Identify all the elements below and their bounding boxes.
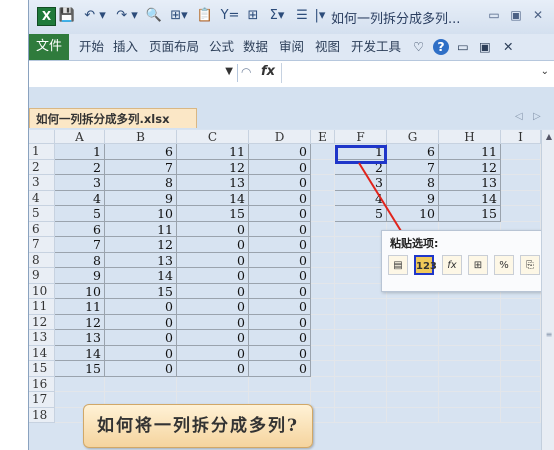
red-arrow (358, 162, 413, 252)
paste-icon[interactable]: ▤ (388, 255, 408, 275)
caption-banner: 如何将一列拆分成多列? (83, 404, 313, 448)
scroll-thumb-grip[interactable]: ≡ (543, 330, 554, 339)
paste-percent-icon[interactable]: % (494, 255, 514, 275)
paste-options-title: 粘贴选项: (390, 237, 439, 250)
paste-formulas-icon[interactable]: fx (442, 255, 462, 275)
excel-window: X 💾 ↶ ▾ ↷ ▾ 🔍 ⊞▾ 📋 Y= ⊞ Σ▾ ☰ |▾ 如何一列拆分成多… (28, 0, 554, 450)
vertical-scrollbar[interactable]: ▲ ≡ (541, 130, 554, 450)
paste-link-icon[interactable]: ⎘ (520, 255, 540, 275)
paste-options-popup: 粘贴选项: ▤ 123 fx ⊞ % ⎘ (381, 230, 554, 292)
paste-formatting-icon[interactable]: ⊞ (468, 255, 488, 275)
scroll-up-icon[interactable]: ▲ (543, 132, 554, 146)
paste-values-icon[interactable]: 123 (414, 255, 437, 275)
